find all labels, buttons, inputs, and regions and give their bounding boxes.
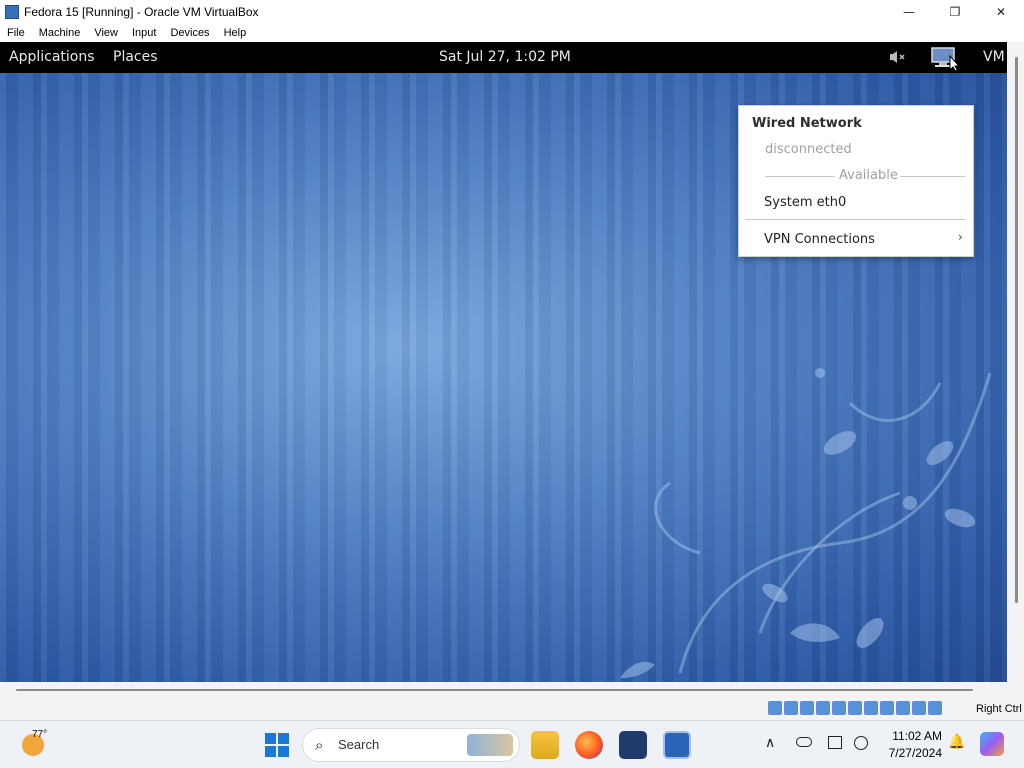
connection-status: disconnected [765, 142, 852, 157]
usb-icon[interactable] [832, 701, 846, 715]
available-divider-left [765, 176, 835, 177]
fedora-desktop-wallpaper: Wired Network disconnected Available Sys… [0, 73, 1007, 682]
network-menu-popup: Wired Network disconnected Available Sys… [738, 105, 974, 257]
weather-temperature: 77° [32, 729, 48, 740]
network-monitor-icon-svg [931, 47, 961, 73]
firefox-icon[interactable] [575, 731, 603, 759]
horizontal-scrollbar[interactable] [0, 682, 1024, 698]
available-label: Available [837, 168, 900, 183]
vbox-menubar: File Machine View Input Devices Help [0, 24, 1024, 42]
menu-item-vpn-connections[interactable]: VPN Connections [764, 232, 875, 247]
menu-item-system-eth0[interactable]: System eth0 [764, 195, 846, 210]
window-titlebar: Fedora 15 [Running] - Oracle VM VirtualB… [0, 0, 1024, 24]
cpu-icon[interactable] [896, 701, 910, 715]
vertical-scrollbar[interactable] [1007, 42, 1024, 682]
search-highlight-image [467, 734, 513, 756]
minimize-button[interactable]: — [886, 0, 932, 24]
start-button[interactable] [265, 733, 289, 757]
available-section-row: Available [765, 168, 965, 184]
hard-disk-icon[interactable] [768, 701, 782, 715]
windows-logo-pane-4 [278, 746, 289, 757]
copilot-icon[interactable] [980, 732, 1004, 756]
mouse-integration-icon[interactable] [912, 701, 926, 715]
chevron-up-icon[interactable]: ∧ [765, 735, 775, 751]
vertical-scrollbar-thumb[interactable] [1015, 57, 1018, 603]
panel-clock[interactable]: Sat Jul 27, 1:02 PM [439, 49, 571, 65]
video-capture-icon[interactable] [880, 701, 894, 715]
restore-button[interactable]: ❐ [932, 0, 978, 24]
taskbar-search-box[interactable]: ⌕ Search [302, 728, 520, 762]
display-settings-icon[interactable] [828, 736, 842, 749]
chevron-right-icon: › [958, 230, 963, 244]
display-icon[interactable] [864, 701, 878, 715]
device-status-icons [768, 701, 942, 715]
available-divider-right [893, 176, 965, 177]
search-placeholder: Search [338, 737, 380, 752]
system-clock-time[interactable]: 11:02 AM [884, 729, 942, 743]
volume-muted-icon-svg [890, 51, 905, 63]
menu-help[interactable]: Help [217, 27, 254, 39]
virtualbox-icon [5, 5, 19, 19]
optical-drive-icon[interactable] [784, 701, 798, 715]
applications-menu[interactable]: Applications [9, 49, 95, 65]
menu-input[interactable]: Input [125, 27, 163, 39]
places-menu[interactable]: Places [113, 49, 158, 65]
network-icon[interactable] [930, 46, 961, 74]
window-controls: — ❐ ✕ [886, 0, 1024, 24]
volume-muted-icon[interactable] [888, 48, 906, 70]
vm-display[interactable]: Applications Places Sat Jul 27, 1:02 PM … [0, 42, 1007, 682]
gnome-top-panel: Applications Places Sat Jul 27, 1:02 PM … [0, 42, 1007, 73]
wired-network-heading: Wired Network [752, 116, 862, 131]
fedora-vm-window-icon[interactable] [663, 731, 691, 759]
shared-folders-icon[interactable] [848, 701, 862, 715]
virtualbox-taskbar-icon[interactable] [619, 731, 647, 759]
menu-devices[interactable]: Devices [163, 27, 216, 39]
audio-icon[interactable] [800, 701, 814, 715]
menu-file[interactable]: File [0, 27, 32, 39]
windows-logo-pane-2 [278, 733, 289, 744]
host-key-label: Right Ctrl [976, 703, 1022, 715]
menu-separator [745, 219, 965, 220]
notification-bell-icon[interactable]: 🔔 [948, 734, 965, 750]
close-button[interactable]: ✕ [978, 0, 1024, 24]
windows-logo-pane-1 [265, 733, 276, 744]
cloud-offline-icon[interactable] [796, 737, 812, 747]
windows-logo-pane-3 [265, 746, 276, 757]
window-title: Fedora 15 [Running] - Oracle VM VirtualB… [24, 5, 259, 19]
vbox-statusbar: Right Ctrl [0, 698, 1024, 720]
user-menu[interactable]: VM [983, 49, 1005, 65]
windows-taskbar: 77° ⌕ Search ∧ 11:02 AM 7/27/2024 🔔 [0, 720, 1024, 768]
search-icon: ⌕ [315, 736, 324, 754]
file-explorer-icon[interactable] [531, 731, 559, 759]
menu-machine[interactable]: Machine [32, 27, 88, 39]
network-status-icon[interactable] [854, 736, 868, 750]
system-clock-date[interactable]: 7/27/2024 [884, 746, 942, 760]
keyboard-capture-icon[interactable] [928, 701, 942, 715]
network-adapter-icon[interactable] [816, 701, 830, 715]
horizontal-scrollbar-thumb[interactable] [16, 689, 973, 691]
menu-view[interactable]: View [87, 27, 125, 39]
